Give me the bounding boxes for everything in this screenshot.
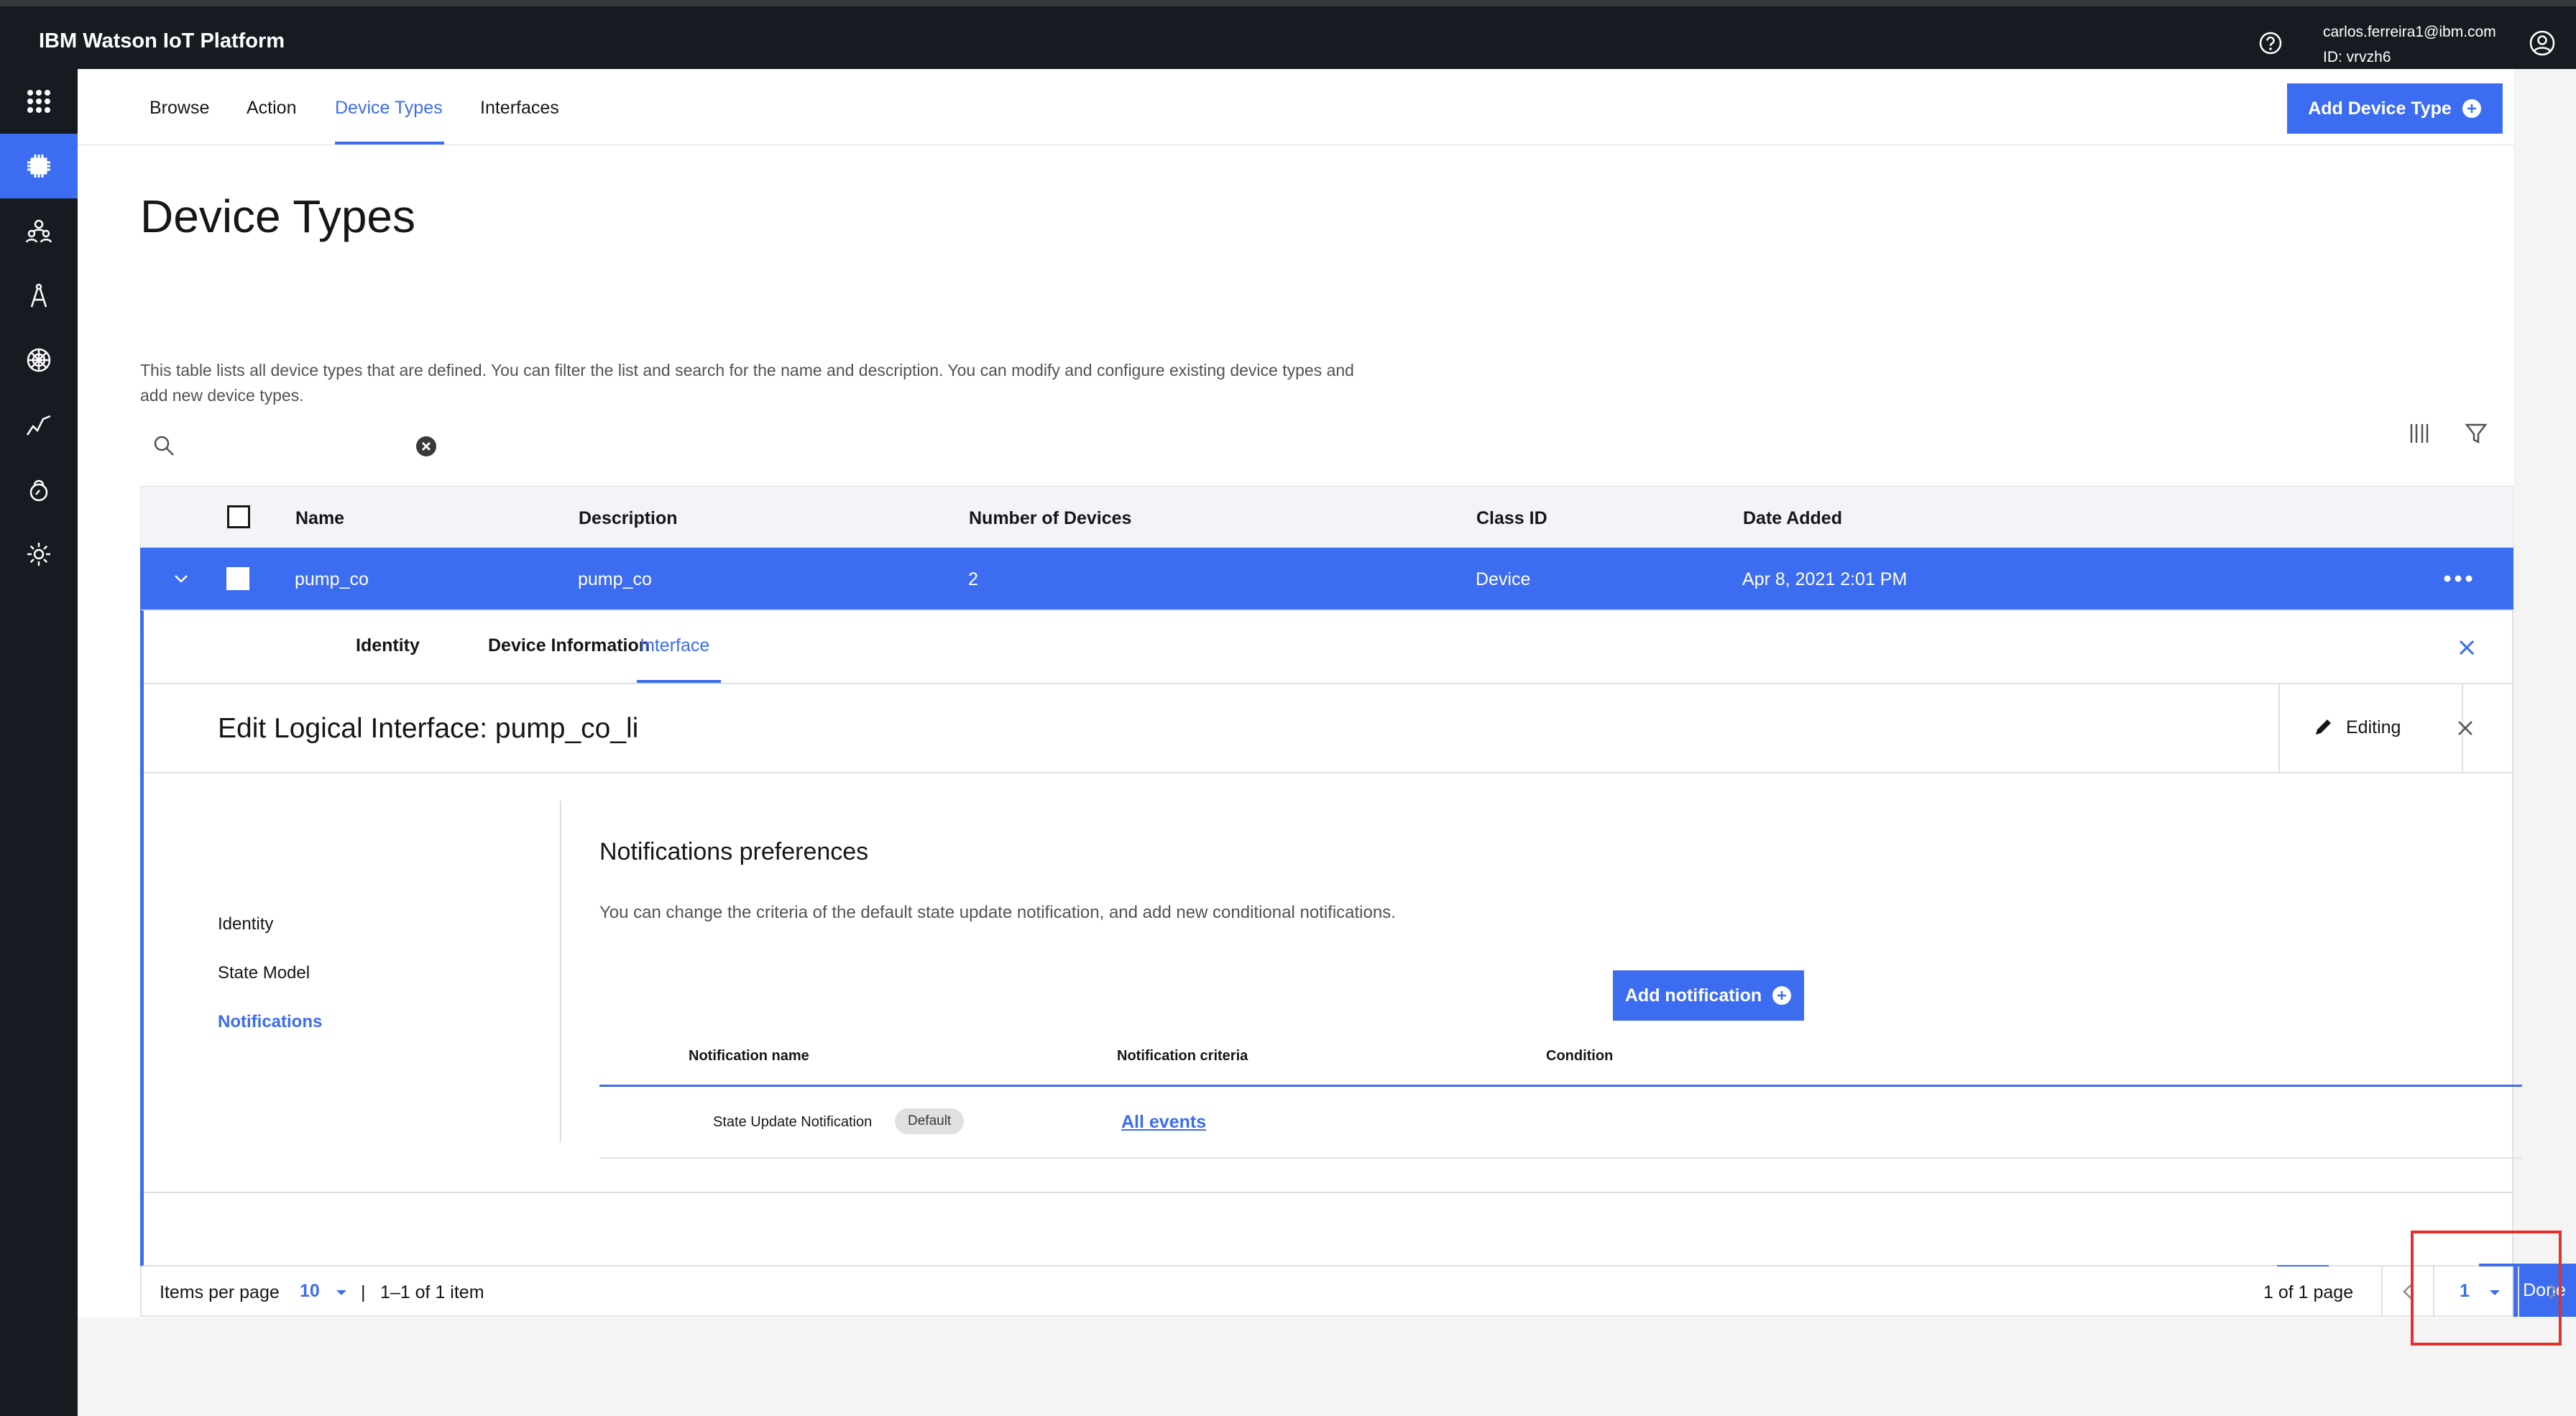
- help-icon[interactable]: [2258, 31, 2283, 55]
- row-name: pump_co: [295, 569, 369, 589]
- clear-search-icon[interactable]: [415, 436, 437, 457]
- tabs-divider: [78, 144, 2513, 145]
- column-header-name[interactable]: Name: [295, 508, 344, 529]
- nav-compliance[interactable]: [0, 457, 78, 522]
- chevron-down-icon[interactable]: [170, 568, 192, 589]
- notification-name: State Update Notification: [713, 1114, 873, 1130]
- detail-tab-indicator: [637, 680, 721, 683]
- nav-settings[interactable]: [0, 522, 78, 587]
- page-title: Device Types: [140, 190, 415, 242]
- add-device-type-button[interactable]: Add Device Type: [2287, 83, 2503, 134]
- panel-footer-divider: [144, 1192, 2513, 1193]
- main-content: Browse Action Device Types Interfaces Ad…: [78, 69, 2576, 1346]
- chip-icon: [27, 155, 50, 178]
- notifications-description: You can change the criteria of the defau…: [599, 903, 1396, 922]
- row-date-added: Apr 8, 2021 2:01 PM: [1742, 569, 1908, 589]
- detail-tab-interface[interactable]: Interface: [640, 635, 709, 656]
- add-circle-icon: [2462, 99, 2481, 118]
- select-all-checkbox[interactable]: [227, 505, 250, 528]
- nav-members[interactable]: [0, 198, 78, 263]
- left-navigation: [0, 69, 78, 1416]
- row-checkbox[interactable]: [226, 567, 249, 590]
- page-description: This table lists all device types that a…: [140, 361, 1354, 405]
- apps-grid-icon: [27, 90, 50, 113]
- detail-tab-identity[interactable]: Identity: [356, 635, 420, 656]
- row-description: pump_co: [578, 569, 652, 589]
- user-email: carlos.ferreira1@ibm.com: [2323, 24, 2496, 40]
- nav-apps[interactable]: [0, 69, 78, 134]
- items-per-page-select[interactable]: 10: [300, 1281, 320, 1302]
- analytics-icon: [26, 415, 51, 436]
- pagination-separator: [2381, 1266, 2383, 1317]
- user-id: ID: vrvzh6: [2323, 49, 2391, 65]
- editing-status: Editing: [2278, 684, 2463, 772]
- pencil-icon: [2316, 720, 2331, 735]
- detail-tab-device-information[interactable]: Device Information: [488, 635, 650, 656]
- add-circle-icon: [1772, 986, 1792, 1005]
- tab-device-types[interactable]: Device Types: [335, 98, 443, 119]
- search-icon: [154, 436, 174, 456]
- pagination-bar: Items per page 10 | 1–1 of 1 item 1 of 1…: [140, 1266, 2558, 1317]
- edit-header: Edit Logical Interface: pump_co_li Editi…: [144, 684, 2513, 773]
- add-notification-button[interactable]: Add notification: [1613, 970, 1804, 1021]
- range-separator: |: [361, 1282, 366, 1302]
- items-per-page-label: Items per page: [160, 1282, 280, 1302]
- row-number-of-devices: 2: [968, 569, 978, 589]
- settings-gear-icon: [27, 543, 50, 566]
- column-header-number-of-devices[interactable]: Number of Devices: [969, 508, 1131, 529]
- members-icon: [25, 219, 52, 243]
- overflow-menu-icon[interactable]: [2440, 568, 2476, 589]
- add-device-type-label: Add Device Type: [2308, 98, 2452, 119]
- nav-security[interactable]: [0, 328, 78, 392]
- detail-tabs: Identity Device Information Interface: [144, 611, 2513, 684]
- nav-devices[interactable]: [0, 134, 78, 198]
- tab-action[interactable]: Action: [247, 98, 296, 119]
- table-row[interactable]: pump_co pump_co 2 Device Apr 8, 2021 2:0…: [140, 548, 2513, 610]
- tab-browse[interactable]: Browse: [150, 98, 209, 119]
- close-editor-icon[interactable]: [2455, 717, 2476, 739]
- side-menu-state-model[interactable]: State Model: [218, 963, 310, 983]
- notification-column-criteria: Notification criteria: [1117, 1048, 1248, 1064]
- nav-rules[interactable]: [0, 263, 78, 328]
- notifications-title: Notifications preferences: [599, 838, 869, 865]
- side-menu-divider: [560, 801, 561, 1143]
- row-class-id: Device: [1476, 569, 1531, 589]
- default-badge: Default: [895, 1108, 965, 1134]
- top-bar: IBM Watson IoT Platform carlos.ferreira1…: [0, 0, 2576, 69]
- security-network-icon: [27, 348, 51, 372]
- caret-down-icon[interactable]: [334, 1285, 349, 1300]
- notification-column-name: Notification name: [689, 1048, 809, 1064]
- user-avatar-icon[interactable]: [2529, 29, 2556, 57]
- editing-label: Editing: [2346, 717, 2401, 737]
- table-header: Name Description Number of Devices Class…: [140, 486, 2513, 548]
- pages-label: 1 of 1 page: [2263, 1282, 2354, 1302]
- items-range: 1–1 of 1 item: [380, 1282, 484, 1302]
- column-settings-icon[interactable]: [2407, 421, 2432, 446]
- tab-interfaces[interactable]: Interfaces: [480, 98, 559, 119]
- side-menu-identity[interactable]: Identity: [218, 914, 273, 934]
- add-notification-label: Add notification: [1624, 985, 1762, 1006]
- notification-column-condition: Condition: [1546, 1048, 1614, 1064]
- notification-header-divider: [599, 1085, 2522, 1087]
- brand-title: IBM Watson IoT Platform: [39, 29, 285, 52]
- filter-icon[interactable]: [2464, 421, 2488, 446]
- column-header-class-id[interactable]: Class ID: [1476, 508, 1547, 529]
- expanded-row-panel: Identity Device Information Interface Ed…: [140, 610, 2576, 1317]
- compass-icon: [30, 283, 47, 308]
- done-button-highlight: [2411, 1231, 2562, 1346]
- lock-shield-icon: [29, 479, 48, 502]
- column-header-description[interactable]: Description: [579, 508, 678, 529]
- notification-row-divider: [599, 1157, 2522, 1159]
- nav-usage[interactable]: [0, 392, 78, 457]
- side-menu-notifications[interactable]: Notifications: [218, 1012, 322, 1032]
- column-header-date-added[interactable]: Date Added: [1743, 508, 1842, 529]
- notification-criteria-link[interactable]: All events: [1121, 1112, 1206, 1133]
- edit-title: Edit Logical Interface: pump_co_li: [218, 713, 639, 744]
- close-icon[interactable]: [2456, 637, 2478, 658]
